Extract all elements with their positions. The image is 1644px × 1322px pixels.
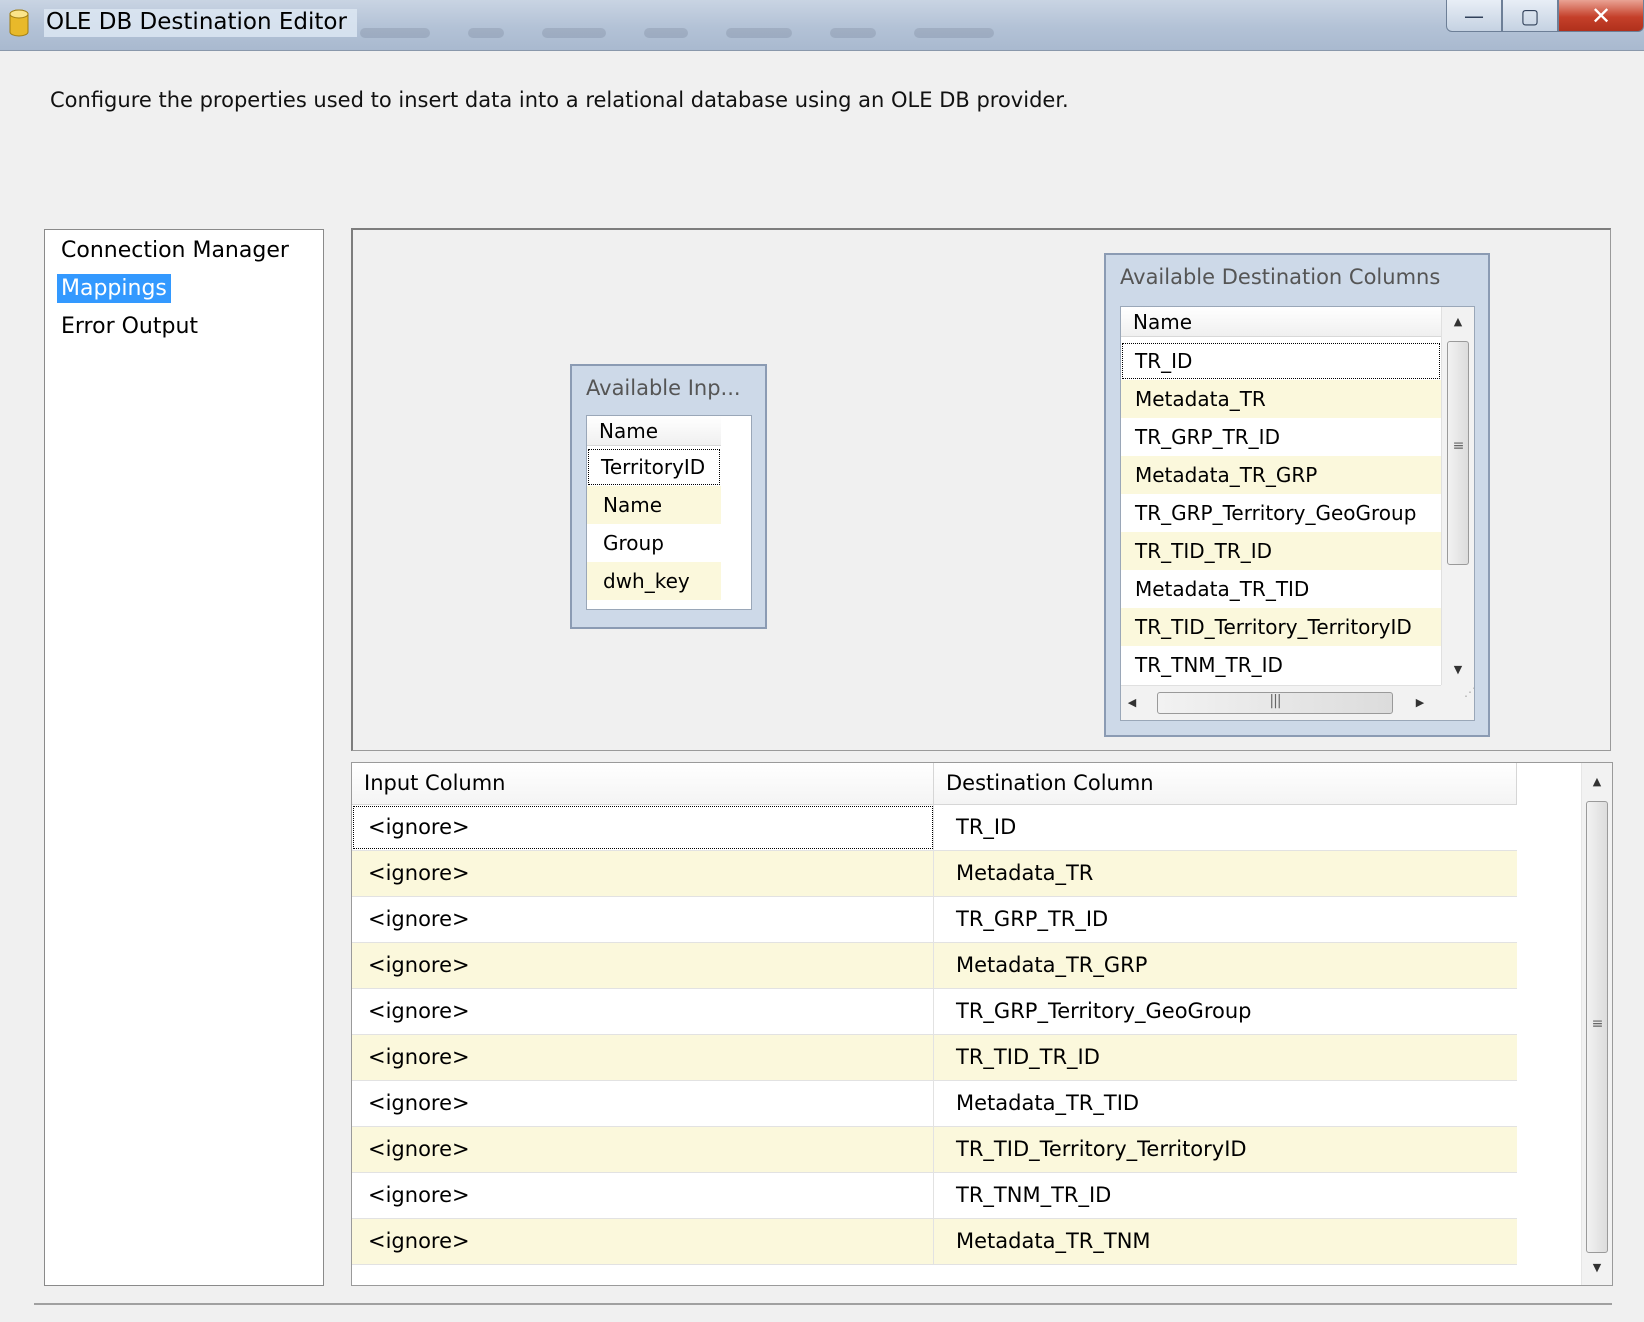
nav-item-error-output[interactable]: Error Output bbox=[57, 312, 202, 341]
input-column-cell[interactable]: <ignore> bbox=[352, 1173, 934, 1218]
arrow-down-icon[interactable]: ▼ bbox=[1582, 1261, 1612, 1274]
grip-icon: ≡ bbox=[1591, 1016, 1604, 1032]
nav-item-connection-manager[interactable]: Connection Manager bbox=[57, 236, 293, 265]
table-row[interactable]: <ignore> Metadata_TR bbox=[352, 851, 1517, 897]
arrow-up-icon[interactable]: ▲ bbox=[1442, 315, 1474, 328]
table-row[interactable]: <ignore> Metadata_TR_TNM bbox=[352, 1219, 1517, 1265]
nav-item-mappings[interactable]: Mappings bbox=[57, 274, 171, 303]
input-column-cell[interactable]: <ignore> bbox=[352, 805, 934, 850]
table-row[interactable]: <ignore> Metadata_TR_TID bbox=[352, 1081, 1517, 1127]
destination-column-cell[interactable]: TR_ID bbox=[934, 805, 1517, 850]
destination-column-cell[interactable]: TR_GRP_TR_ID bbox=[934, 897, 1517, 942]
input-column-cell[interactable]: <ignore> bbox=[352, 1219, 934, 1264]
available-input-columns-title: Available Inp... bbox=[586, 376, 741, 400]
destination-column-cell[interactable]: TR_TNM_TR_ID bbox=[934, 1173, 1517, 1218]
table-row[interactable]: <ignore> TR_GRP_Territory_GeoGroup bbox=[352, 989, 1517, 1035]
close-icon: ✕ bbox=[1590, 1, 1612, 30]
input-column-header[interactable]: Input Column bbox=[352, 763, 934, 804]
destination-column-cell[interactable]: Metadata_TR_TID bbox=[934, 1081, 1517, 1126]
input-column-cell[interactable]: <ignore> bbox=[352, 851, 934, 896]
table-row[interactable]: <ignore> TR_TID_TR_ID bbox=[352, 1035, 1517, 1081]
input-column-cell[interactable]: <ignore> bbox=[352, 1035, 934, 1080]
grip-icon: ||| bbox=[1269, 693, 1281, 709]
scrollbar-thumb[interactable]: ||| bbox=[1157, 692, 1393, 714]
database-cylinder-icon bbox=[9, 9, 29, 37]
arrow-right-icon[interactable]: ▶ bbox=[1413, 696, 1427, 709]
input-list-name-header: Name bbox=[587, 416, 721, 446]
table-row[interactable]: <ignore> TR_GRP_TR_ID bbox=[352, 897, 1517, 943]
scrollbar-thumb[interactable]: ≡ bbox=[1447, 341, 1469, 565]
maximize-icon: ▢ bbox=[1520, 3, 1540, 28]
input-column-cell[interactable]: <ignore> bbox=[352, 897, 934, 942]
mapping-grid: Input Column Destination Column <ignore>… bbox=[351, 762, 1613, 1286]
page-navigation-list: Connection Manager Mappings Error Output bbox=[44, 229, 324, 1286]
input-column-item[interactable]: TerritoryID bbox=[587, 448, 721, 486]
input-column-cell[interactable]: <ignore> bbox=[352, 989, 934, 1034]
input-column-cell[interactable]: <ignore> bbox=[352, 1081, 934, 1126]
destination-column-cell[interactable]: TR_GRP_Territory_GeoGroup bbox=[934, 989, 1517, 1034]
destination-column-item[interactable]: Metadata_TR_TID bbox=[1121, 570, 1441, 608]
resize-grip-icon[interactable]: ⋰ bbox=[1441, 685, 1474, 720]
close-button[interactable]: ✕ bbox=[1558, 0, 1644, 32]
grid-vertical-scrollbar[interactable]: ▲ ≡ ▼ bbox=[1581, 763, 1612, 1285]
destination-column-cell[interactable]: Metadata_TR_GRP bbox=[934, 943, 1517, 988]
destination-column-header[interactable]: Destination Column bbox=[934, 763, 1517, 804]
destination-column-item[interactable]: TR_TNM_TR_ID bbox=[1121, 646, 1441, 684]
destination-column-cell[interactable]: TR_TID_TR_ID bbox=[934, 1035, 1517, 1080]
input-column-item[interactable]: dwh_key bbox=[587, 562, 721, 600]
available-destination-columns-list: Name TR_ID Metadata_TR TR_GRP_TR_ID Meta… bbox=[1120, 306, 1475, 721]
minimize-icon: — bbox=[1464, 3, 1484, 28]
available-input-columns-box[interactable]: Available Inp... Name TerritoryID Name G… bbox=[570, 364, 767, 629]
background-window-menu bbox=[360, 28, 1120, 48]
maximize-button[interactable]: ▢ bbox=[1502, 0, 1558, 32]
window-title: OLE DB Destination Editor bbox=[44, 9, 357, 37]
destination-column-item[interactable]: Metadata_TR_GRP bbox=[1121, 456, 1441, 494]
divider bbox=[34, 1303, 1612, 1305]
arrow-up-icon[interactable]: ▲ bbox=[1582, 775, 1612, 788]
table-row[interactable]: <ignore> TR_ID bbox=[352, 805, 1517, 851]
destination-list-vertical-scrollbar[interactable]: ▲ ≡ ▼ bbox=[1441, 307, 1474, 685]
available-destination-columns-title: Available Destination Columns bbox=[1120, 265, 1441, 289]
destination-column-cell[interactable]: Metadata_TR bbox=[934, 851, 1517, 896]
minimize-button[interactable]: — bbox=[1446, 0, 1502, 32]
grip-icon: ≡ bbox=[1452, 438, 1465, 454]
table-row[interactable]: <ignore> TR_TNM_TR_ID bbox=[352, 1173, 1517, 1219]
destination-column-item[interactable]: TR_TID_TR_ID bbox=[1121, 532, 1441, 570]
destination-column-item[interactable]: Metadata_TR bbox=[1121, 380, 1441, 418]
input-column-item[interactable]: Group bbox=[587, 524, 721, 562]
mapping-diagram-panel: Available Inp... Name TerritoryID Name G… bbox=[351, 228, 1611, 751]
available-input-columns-list: Name TerritoryID Name Group dwh_key bbox=[586, 415, 752, 610]
table-row[interactable]: <ignore> Metadata_TR_GRP bbox=[352, 943, 1517, 989]
table-row[interactable]: <ignore> TR_TID_Territory_TerritoryID bbox=[352, 1127, 1517, 1173]
destination-column-item[interactable]: TR_TID_Territory_TerritoryID bbox=[1121, 608, 1441, 646]
input-column-item[interactable]: Name bbox=[587, 486, 721, 524]
destination-list-name-header: Name bbox=[1121, 307, 1441, 337]
available-destination-columns-box[interactable]: Available Destination Columns Name TR_ID… bbox=[1104, 253, 1490, 737]
window-controls: — ▢ ✕ bbox=[1446, 0, 1644, 34]
arrow-down-icon[interactable]: ▼ bbox=[1442, 663, 1474, 676]
destination-column-item[interactable]: TR_GRP_Territory_GeoGroup bbox=[1121, 494, 1441, 532]
arrow-left-icon[interactable]: ◀ bbox=[1125, 696, 1139, 709]
title-bar[interactable]: OLE DB Destination Editor — ▢ ✕ bbox=[0, 0, 1644, 51]
destination-list-horizontal-scrollbar[interactable]: ◀ ||| ▶ bbox=[1121, 685, 1441, 720]
destination-column-cell[interactable]: Metadata_TR_TNM bbox=[934, 1219, 1517, 1264]
input-column-cell[interactable]: <ignore> bbox=[352, 1127, 934, 1172]
scrollbar-thumb[interactable]: ≡ bbox=[1586, 801, 1608, 1253]
destination-column-cell[interactable]: TR_TID_Territory_TerritoryID bbox=[934, 1127, 1517, 1172]
editor-description: Configure the properties used to insert … bbox=[50, 88, 1069, 112]
input-column-cell[interactable]: <ignore> bbox=[352, 943, 934, 988]
destination-column-item[interactable]: TR_ID bbox=[1121, 342, 1441, 380]
table-row-partial[interactable] bbox=[352, 1265, 1517, 1285]
destination-column-item[interactable]: TR_GRP_TR_ID bbox=[1121, 418, 1441, 456]
grid-header: Input Column Destination Column bbox=[352, 763, 1517, 805]
